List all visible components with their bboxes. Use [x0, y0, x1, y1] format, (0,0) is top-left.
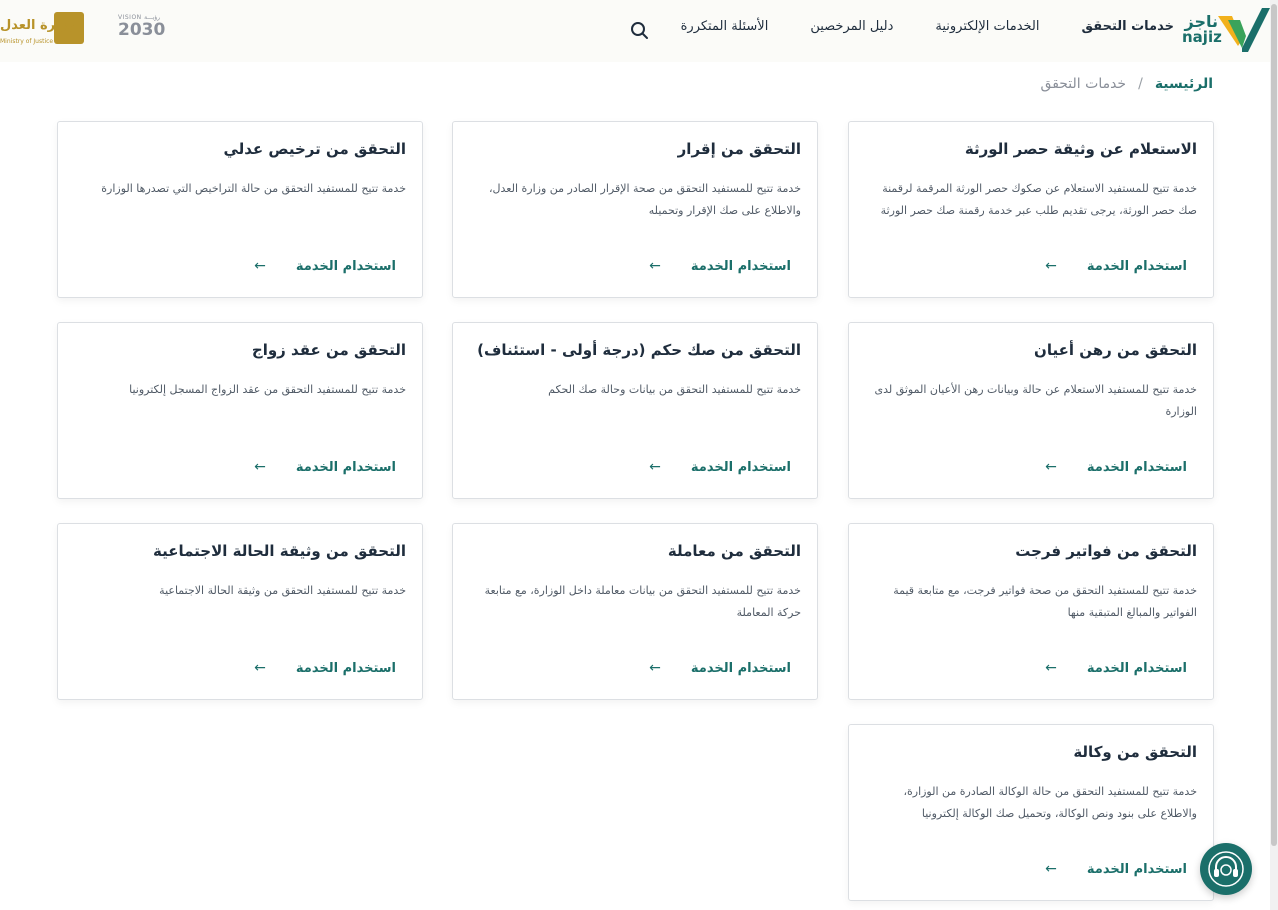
arrow-left-icon: ← [649, 258, 661, 274]
service-card: التحقق من صك حكم (درجة أولى - استئناف) خ… [452, 322, 818, 499]
arrow-left-icon: ← [254, 258, 266, 274]
card-description: خدمة تتيح للمستفيد التحقق من حالة الوكال… [903, 785, 1197, 820]
breadcrumb-home-link[interactable]: الرئيسية [1155, 76, 1213, 92]
card-title: الاستعلام عن وثيقة حصر الورثة [964, 140, 1197, 158]
use-service-button[interactable]: استخدام الخدمة ← [649, 258, 791, 274]
card-title: التحقق من عقد زواج [251, 341, 406, 359]
support-chat-button[interactable] [1200, 843, 1252, 895]
najiz-logo-english: najiz [1182, 28, 1222, 46]
breadcrumb-separator: / [1138, 76, 1143, 92]
card-description: خدمة تتيح للمستفيد التحقق من صحة الإقرار… [488, 182, 801, 217]
use-service-button[interactable]: استخدام الخدمة ← [254, 660, 396, 676]
use-service-button[interactable]: استخدام الخدمة ← [254, 459, 396, 475]
scrollbar-thumb[interactable] [1271, 4, 1277, 846]
service-card: التحقق من إقرار خدمة تتيح للمستفيد التحق… [452, 121, 818, 298]
vision-2030-logo: VISION رؤيـــة 2030 [118, 14, 166, 40]
card-title: التحقق من إقرار [677, 140, 801, 158]
card-description: خدمة تتيح للمستفيد التحقق من بيانات معام… [484, 584, 801, 619]
nav-verification-services[interactable]: خدمات التحقق [1082, 19, 1175, 34]
use-service-button[interactable]: استخدام الخدمة ← [1045, 660, 1187, 676]
breadcrumb: الرئيسية / خدمات التحقق [1041, 76, 1213, 92]
arrow-left-icon: ← [254, 660, 266, 676]
top-header: ناجز najiz خدمات التحقق الخدمات الإلكترو… [0, 0, 1278, 62]
card-description: خدمة تتيح للمستفيد التحقق من بيانات وحال… [548, 383, 801, 396]
service-card: التحقق من معاملة خدمة تتيح للمستفيد التح… [452, 523, 818, 700]
card-description: خدمة تتيح للمستفيد التحقق من صحة فواتير … [893, 584, 1197, 619]
search-icon[interactable] [628, 19, 652, 43]
card-description: خدمة تتيح للمستفيد التحقق من وثيقة الحال… [159, 584, 406, 597]
main-nav: خدمات التحقق الخدمات الإلكترونية دليل ال… [639, 19, 1174, 34]
breadcrumb-current: خدمات التحقق [1040, 76, 1127, 92]
arrow-left-icon: ← [254, 459, 266, 475]
service-card: التحقق من فواتير فرجت خدمة تتيح للمستفيد… [848, 523, 1214, 700]
card-title: التحقق من رهن أعيان [1034, 341, 1197, 359]
card-title: التحقق من ترخيص عدلي [223, 140, 406, 158]
nav-licensees-guide[interactable]: دليل المرخصين [810, 19, 893, 34]
page-scrollbar[interactable] [1270, 0, 1278, 910]
use-service-button[interactable]: استخدام الخدمة ← [1045, 861, 1187, 877]
card-title: التحقق من صك حكم (درجة أولى - استئناف) [477, 341, 801, 359]
card-title: التحقق من معاملة [667, 542, 801, 560]
service-card: التحقق من وكالة خدمة تتيح للمستفيد التحق… [848, 724, 1214, 901]
arrow-left-icon: ← [649, 660, 661, 676]
arrow-left-icon: ← [1045, 258, 1057, 274]
arrow-left-icon: ← [649, 459, 661, 475]
service-card: التحقق من عقد زواج خدمة تتيح للمستفيد ال… [57, 322, 423, 499]
card-title: التحقق من وكالة [1073, 743, 1197, 761]
card-title: التحقق من وثيقة الحالة الاجتماعية [152, 542, 406, 560]
card-description: خدمة تتيح للمستفيد التحقق من حالة التراخ… [101, 182, 406, 195]
use-service-button[interactable]: استخدام الخدمة ← [1045, 258, 1187, 274]
arrow-left-icon: ← [1045, 660, 1057, 676]
najiz-logo[interactable]: ناجز najiz [1182, 6, 1270, 54]
card-description: خدمة تتيح للمستفيد التحقق من عقد الزواج … [129, 383, 406, 396]
use-service-button[interactable]: استخدام الخدمة ← [254, 258, 396, 274]
ministry-of-justice-logo: وزارة العدل Ministry of Justice [0, 12, 88, 48]
use-service-button[interactable]: استخدام الخدمة ← [649, 459, 791, 475]
service-card: الاستعلام عن وثيقة حصر الورثة خدمة تتيح … [848, 121, 1214, 298]
service-card: التحقق من وثيقة الحالة الاجتماعية خدمة ت… [57, 523, 423, 700]
nav-faq[interactable]: الأسئلة المتكررة [681, 19, 769, 34]
arrow-left-icon: ← [1045, 459, 1057, 475]
nav-electronic-services[interactable]: الخدمات الإلكترونية [935, 19, 1039, 34]
use-service-button[interactable]: استخدام الخدمة ← [649, 660, 791, 676]
najiz-check-icon [1218, 8, 1270, 52]
arrow-left-icon: ← [1045, 861, 1057, 877]
service-card: التحقق من ترخيص عدلي خدمة تتيح للمستفيد … [57, 121, 423, 298]
card-title: التحقق من فواتير فرجت [1015, 542, 1197, 560]
headset-icon [1208, 851, 1244, 887]
card-description: خدمة تتيح للمستفيد الاستعلام عن صكوك حصر… [880, 182, 1197, 217]
service-card: التحقق من رهن أعيان خدمة تتيح للمستفيد ا… [848, 322, 1214, 499]
use-service-button[interactable]: استخدام الخدمة ← [1045, 459, 1187, 475]
card-description: خدمة تتيح للمستفيد الاستعلام عن حالة وبي… [874, 383, 1197, 418]
